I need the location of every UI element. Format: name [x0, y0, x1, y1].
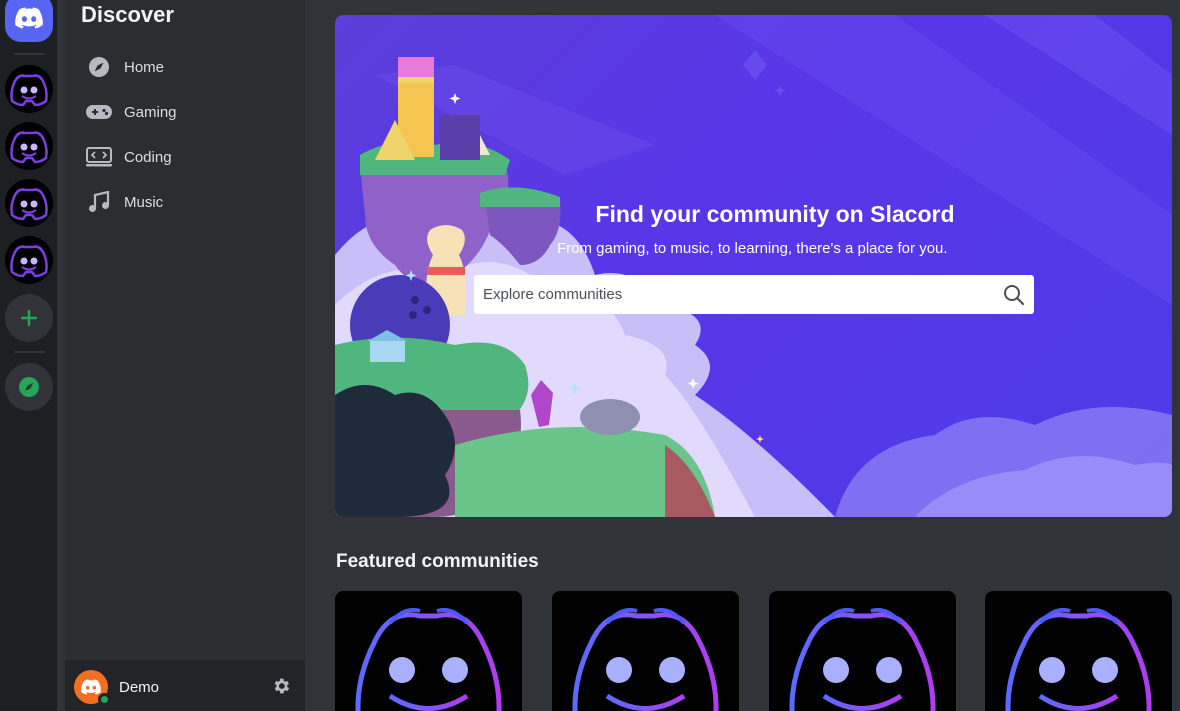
- sidebar-item-label: Music: [124, 193, 164, 211]
- server-icon-2[interactable]: [5, 122, 53, 170]
- explore-search: [474, 275, 1034, 314]
- discord-logo-icon: [15, 7, 43, 29]
- plus-icon: [21, 310, 37, 326]
- featured-communities-title: Featured communities: [336, 551, 539, 572]
- home-button[interactable]: [5, 0, 53, 42]
- community-card[interactable]: [985, 591, 1172, 711]
- sidebar-item-label: Home: [124, 58, 165, 76]
- music-note-icon: [85, 188, 113, 216]
- explore-search-input[interactable]: [474, 275, 994, 314]
- explore-servers-button[interactable]: [5, 363, 53, 411]
- discord-neon-avatar-icon: [10, 188, 48, 221]
- compass-icon: [85, 53, 113, 81]
- discord-neon-avatar-icon: [355, 607, 502, 711]
- discord-neon-avatar-icon: [10, 74, 48, 107]
- server-rail: [0, 0, 57, 711]
- discord-neon-avatar-icon: [572, 607, 719, 711]
- sidebar-item-music[interactable]: Music: [73, 182, 297, 222]
- hero-banner: Find your community on Slacord From gami…: [335, 15, 1172, 517]
- search-icon[interactable]: [1002, 283, 1026, 307]
- sidebar-item-gaming[interactable]: Gaming: [73, 92, 297, 132]
- hero-subtitle: From gaming, to music, to learning, ther…: [557, 240, 948, 257]
- gear-icon[interactable]: [271, 676, 291, 696]
- hero-illustration: [335, 15, 1172, 517]
- rail-separator: [14, 53, 45, 55]
- sidebar-item-label: Coding: [124, 148, 172, 166]
- community-card[interactable]: [335, 591, 522, 711]
- discord-neon-avatar-icon: [789, 607, 936, 711]
- hero-title: Find your community on Slacord: [595, 201, 955, 227]
- compass-icon: [19, 377, 39, 397]
- code-icon: [85, 143, 113, 171]
- discover-main: Find your community on Slacord From gami…: [305, 0, 1180, 711]
- community-card[interactable]: [552, 591, 739, 711]
- username: Demo: [119, 679, 160, 696]
- add-server-button[interactable]: [5, 294, 53, 342]
- sidebar-item-coding[interactable]: Coding: [73, 137, 297, 177]
- discord-app: Discover Home Gaming Coding Music Demo F…: [0, 0, 1180, 711]
- online-status-dot: [98, 693, 111, 706]
- sidebar-item-label: Gaming: [124, 103, 177, 121]
- server-icon-3[interactable]: [5, 179, 53, 227]
- sidebar-title: Discover: [81, 2, 174, 27]
- community-card[interactable]: [769, 591, 956, 711]
- rail-separator: [14, 351, 45, 353]
- discord-neon-avatar-icon: [10, 245, 48, 278]
- gamepad-icon: [85, 98, 113, 126]
- discord-neon-avatar-icon: [10, 131, 48, 164]
- sidebar-item-home[interactable]: Home: [73, 47, 297, 87]
- discord-logo-icon: [81, 679, 101, 695]
- server-icon-1[interactable]: [5, 65, 53, 113]
- discover-sidebar: Discover Home Gaming Coding Music: [65, 0, 305, 711]
- discord-neon-avatar-icon: [1005, 607, 1152, 711]
- server-icon-4[interactable]: [5, 236, 53, 284]
- user-panel: Demo: [65, 660, 305, 711]
